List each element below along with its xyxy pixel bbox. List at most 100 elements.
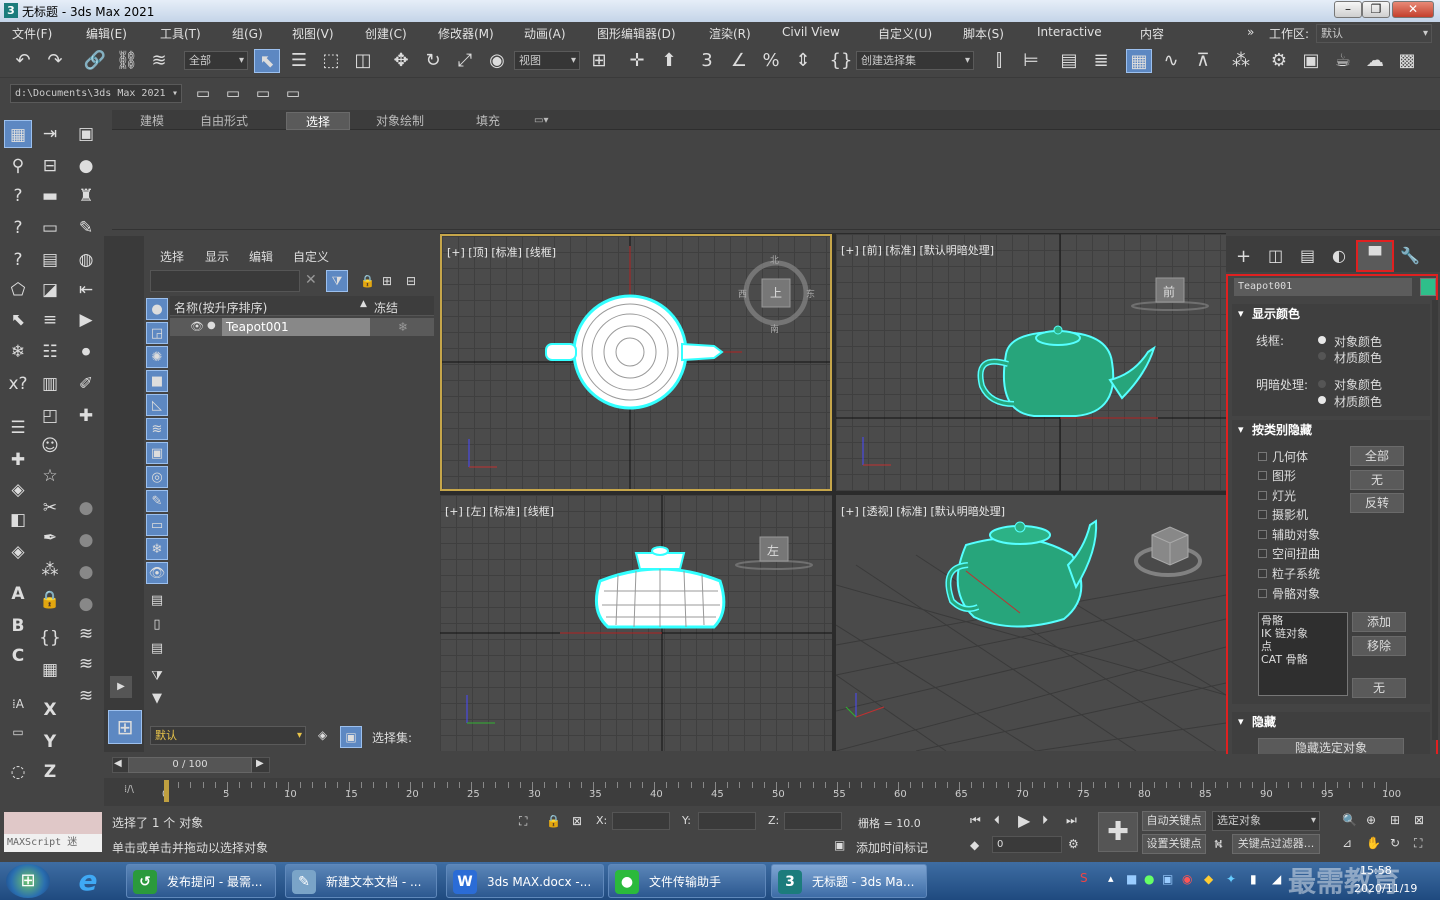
hide-selected-button[interactable]: 隐藏选定对象 — [1258, 738, 1404, 754]
select-tool-icon[interactable]: ▦ — [4, 120, 32, 148]
placement-icon[interactable]: ◉ — [484, 49, 510, 73]
restore-button[interactable]: ❐ — [1362, 1, 1390, 18]
hide-helpers-checkbox[interactable] — [1258, 530, 1267, 539]
task-item-4[interactable]: ● 文件传输助手 — [608, 864, 766, 898]
selection-set-icon[interactable]: ▣ — [340, 726, 362, 748]
selection-lock-icon[interactable]: 🔒 — [546, 814, 561, 828]
lasso-icon[interactable]: ⚲ — [4, 152, 32, 180]
bind-space-warp-icon[interactable]: ≋ — [146, 49, 172, 73]
viewcube-front-face[interactable]: 前 — [1163, 283, 1175, 300]
expand-panel-icon[interactable]: ▶ — [110, 676, 132, 698]
text-a-icon[interactable]: A — [4, 580, 32, 608]
scale-icon[interactable]: ⤢ — [452, 49, 478, 73]
display-lights-icon[interactable]: ✺ — [146, 346, 168, 368]
hide-geometry-checkbox[interactable] — [1258, 452, 1267, 461]
menu-create[interactable]: 创建(C) — [365, 25, 407, 42]
rotate-icon[interactable]: ↻ — [420, 49, 446, 73]
ribbon-toggle-icon[interactable]: ▦ — [1126, 49, 1152, 73]
stack3-icon[interactable]: ≋ — [72, 620, 100, 648]
display-panel-icon[interactable]: ▀ — [1356, 240, 1394, 272]
auto-key-button[interactable]: 自动关键点 — [1142, 811, 1206, 831]
layers2-icon[interactable]: ◈ — [4, 476, 32, 504]
menu-civil-view[interactable]: Civil View — [782, 25, 840, 39]
current-frame-field[interactable]: 0 — [992, 836, 1062, 853]
shaded-material-color-radio[interactable] — [1318, 396, 1326, 404]
axis-x-icon[interactable]: X — [36, 696, 64, 724]
display-all-icon[interactable]: ▤ — [146, 590, 168, 612]
menu-animation[interactable]: 动画(A) — [524, 25, 566, 42]
hide-shapes-checkbox[interactable] — [1258, 471, 1267, 480]
tab-freeform[interactable]: 自由形式 — [188, 112, 260, 130]
tray-network-icon[interactable]: ▮ — [1250, 872, 1257, 886]
pick3-icon[interactable]: ? — [4, 246, 32, 274]
object-color-swatch[interactable] — [1420, 278, 1436, 296]
filter-icon[interactable]: ⧩ — [326, 270, 348, 292]
axis-y-icon[interactable]: Y — [36, 728, 64, 756]
plus-icon[interactable]: ✚ — [72, 402, 100, 430]
hide-none-button[interactable]: 无 — [1350, 470, 1404, 490]
link-icon[interactable]: 🔗 — [82, 49, 108, 73]
viewport-perspective[interactable]: [+] [透视] [标准] [默认明暗处理] — [836, 495, 1226, 751]
viewport-label-front[interactable]: [+] [前] [标准] [默认明暗处理] — [841, 242, 994, 258]
viewport-label-top[interactable]: [+] [顶] [标准] [线框] — [447, 244, 556, 260]
xref-icon[interactable]: x? — [4, 370, 32, 398]
redo-icon[interactable]: ↷ — [42, 49, 68, 73]
filter-toggle-icon[interactable]: ⧩ — [146, 666, 168, 688]
pan-icon[interactable]: ✋ — [1366, 836, 1381, 850]
window-crossing-icon[interactable]: ◫ — [350, 49, 376, 73]
star-icon[interactable]: ☆ — [36, 462, 64, 490]
menu-content[interactable]: 内容 — [1140, 25, 1164, 42]
modify-panel-icon[interactable]: ◫ — [1268, 246, 1283, 265]
select-manipulate-icon[interactable]: ✛ — [624, 49, 650, 73]
layout-icon[interactable]: ⊞ — [108, 710, 142, 744]
clear-search-icon[interactable]: ✕ — [305, 272, 317, 288]
tab-populate[interactable]: 填充 — [464, 112, 512, 130]
expand-menu-icon[interactable]: » — [1247, 25, 1254, 39]
tray-icon-3[interactable]: ▣ — [1162, 872, 1173, 886]
create-panel-icon[interactable]: + — [1236, 246, 1251, 267]
puzzle-icon[interactable]: ◰ — [36, 402, 64, 430]
list-item[interactable]: IK 链对象 — [1261, 627, 1345, 640]
lock-filter-icon[interactable]: 🔒 — [360, 274, 375, 288]
track-bar[interactable]: ⁞/\ 051015202530354045505560657075808590… — [104, 778, 1440, 806]
ie-icon[interactable]: e — [66, 864, 110, 898]
tab-edit[interactable]: 编辑 — [249, 248, 273, 265]
viewcube-left-face[interactable]: 左 — [767, 542, 779, 559]
maximize-viewport-icon[interactable]: ⛶ — [1414, 836, 1422, 851]
hide-cameras-checkbox[interactable] — [1258, 510, 1267, 519]
menu-rendering[interactable]: 渲染(R) — [709, 25, 751, 42]
stack2-icon[interactable]: ◈ — [4, 538, 32, 566]
tab-customize[interactable]: 自定义 — [293, 248, 329, 265]
tray-arrow-icon[interactable]: ▴ — [1108, 872, 1114, 885]
display-geometry-icon[interactable]: ● — [146, 298, 168, 320]
stack4-icon[interactable]: ≋ — [72, 650, 100, 678]
add-time-tag[interactable]: 添加时间标记 — [856, 839, 928, 856]
menu-views[interactable]: 视图(V) — [292, 25, 334, 42]
pivot-center-icon[interactable]: ⊞ — [586, 49, 612, 73]
render-grid-icon[interactable]: ▩ — [1394, 49, 1420, 73]
export-icon[interactable]: ⇤ — [72, 276, 100, 304]
visibility-icon[interactable]: 👁 — [190, 320, 204, 333]
orbit-icon[interactable]: ↻ — [1390, 836, 1400, 850]
circle2-icon[interactable]: ● — [72, 526, 100, 554]
project-settings-icon[interactable]: ▭ — [280, 81, 306, 105]
keyboard-shortcut-icon[interactable]: ⬆ — [656, 49, 682, 73]
key-filter-icon[interactable]: ⛕ — [1214, 837, 1223, 853]
mirror-icon[interactable]: ⫿ — [986, 49, 1012, 73]
zoom-all-icon[interactable]: ⊕ — [1366, 813, 1376, 827]
stack-icon[interactable]: ▤ — [36, 246, 64, 274]
box-icon[interactable]: ▭ — [36, 214, 64, 242]
render-cloud-icon[interactable]: ☁ — [1362, 49, 1388, 73]
hide-all-button[interactable]: 全部 — [1350, 446, 1404, 466]
minimize-button[interactable]: – — [1334, 1, 1362, 18]
circle3-icon[interactable]: ● — [72, 558, 100, 586]
hide-particles-checkbox[interactable] — [1258, 569, 1267, 578]
ref-coord-dropdown[interactable]: 视图 — [514, 51, 580, 70]
display-frozen-icon[interactable]: ❄ — [146, 538, 168, 560]
command-panel-scrollbar[interactable] — [1432, 300, 1438, 740]
display-shapes-icon[interactable]: ◲ — [146, 322, 168, 344]
select-object-icon[interactable]: ⬉ — [254, 49, 280, 73]
menu-group[interactable]: 组(G) — [232, 25, 263, 42]
circle4-icon[interactable]: ● — [72, 590, 100, 618]
freeze-cell-icon[interactable]: ❄ — [398, 320, 408, 334]
